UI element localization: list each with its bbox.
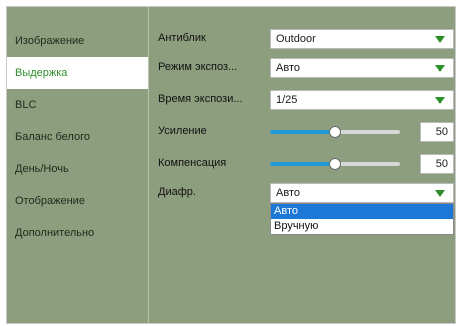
sidebar-item-image[interactable]: Изображение	[7, 25, 148, 57]
gain-slider[interactable]	[270, 122, 400, 142]
slider-fill	[270, 130, 335, 134]
antiflicker-select[interactable]: Outdoor	[270, 29, 454, 49]
row-iris: Диафр. Авто	[150, 183, 455, 203]
iris-option-auto[interactable]: Авто	[271, 204, 453, 219]
gain-value-input[interactable]: 50	[420, 122, 454, 142]
sidebar-item-exposure[interactable]: Выдержка	[7, 57, 148, 89]
antiflicker-label: Антиблик	[158, 32, 206, 44]
sidebar-item-day-night[interactable]: День/Ночь	[7, 153, 148, 185]
sidebar-item-label: День/Ночь	[15, 163, 69, 175]
row-antiflicker: Антиблик Outdoor	[150, 29, 455, 49]
sidebar-item-label: Изображение	[15, 35, 85, 47]
iris-label: Диафр.	[158, 186, 196, 198]
iris-value: Авто	[276, 187, 300, 199]
iris-dropdown-list: Авто Вручную	[270, 203, 454, 235]
row-compensation: Компенсация 50	[150, 154, 455, 174]
settings-panel: Изображение Выдержка BLC Баланс белого Д…	[6, 6, 456, 324]
slider-thumb[interactable]	[329, 158, 341, 170]
compensation-value-input[interactable]: 50	[420, 154, 454, 174]
sidebar-item-label: Выдержка	[15, 67, 68, 79]
triangle-down-icon	[435, 36, 445, 43]
exposure-mode-label: Режим экспоз...	[158, 61, 238, 73]
row-gain: Усиление 50	[150, 122, 455, 142]
antiflicker-value: Outdoor	[276, 33, 316, 45]
exposure-time-select[interactable]: 1/25	[270, 90, 454, 110]
exposure-time-value: 1/25	[276, 94, 298, 106]
sidebar-item-label: Баланс белого	[15, 131, 90, 143]
triangle-down-icon	[435, 65, 445, 72]
iris-select[interactable]: Авто	[270, 183, 454, 203]
gain-label: Усиление	[158, 125, 207, 137]
row-exposure-time: Время экспози... 1/25	[150, 90, 455, 110]
triangle-down-icon	[435, 97, 445, 104]
sidebar-item-advanced[interactable]: Дополнительно	[7, 217, 148, 249]
content-area: Антиблик Outdoor Режим экспоз... Авто Вр…	[150, 7, 455, 323]
sidebar-item-label: Дополнительно	[15, 227, 95, 239]
exposure-time-label: Время экспози...	[158, 93, 243, 105]
sidebar-item-label: Отображение	[15, 195, 85, 207]
sidebar: Изображение Выдержка BLC Баланс белого Д…	[7, 7, 149, 323]
exposure-mode-value: Авто	[276, 62, 300, 74]
slider-fill	[270, 162, 335, 166]
sidebar-item-white-balance[interactable]: Баланс белого	[7, 121, 148, 153]
triangle-down-icon	[435, 190, 445, 197]
exposure-mode-select[interactable]: Авто	[270, 58, 454, 78]
compensation-label: Компенсация	[158, 157, 227, 169]
compensation-slider[interactable]	[270, 154, 400, 174]
sidebar-item-label: BLC	[15, 99, 37, 111]
row-exposure-mode: Режим экспоз... Авто	[150, 58, 455, 78]
sidebar-item-blc[interactable]: BLC	[7, 89, 148, 121]
iris-option-manual[interactable]: Вручную	[271, 219, 453, 234]
sidebar-item-display[interactable]: Отображение	[7, 185, 148, 217]
slider-thumb[interactable]	[329, 126, 341, 138]
